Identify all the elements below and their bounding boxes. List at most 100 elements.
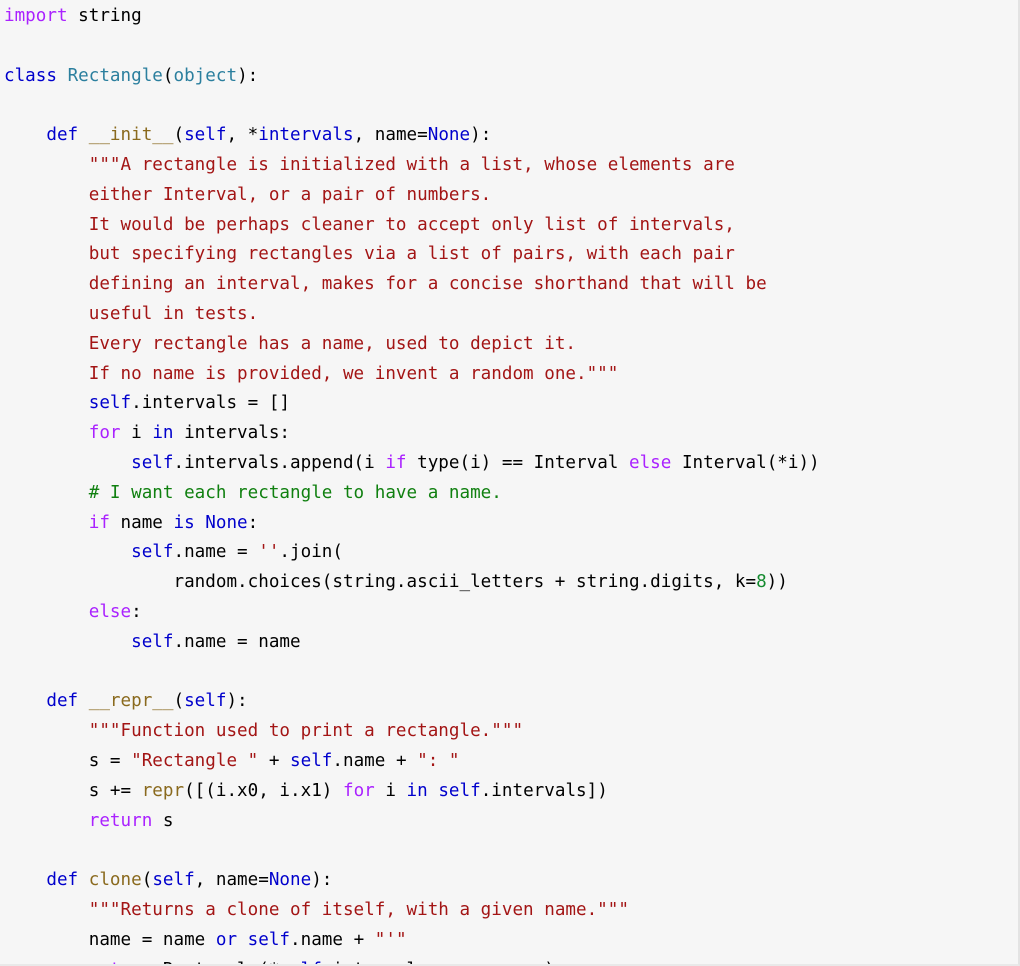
code-line-30: def clone(self, name=None):: [4, 866, 1018, 896]
token-pln: .name = name: [173, 631, 301, 652]
token-pln: .intervals, name=name): [322, 960, 555, 965]
token-pln: (: [173, 691, 185, 712]
token-pln: [4, 244, 89, 264]
token-pln: [4, 185, 89, 205]
token-kw-def: self: [131, 631, 174, 652]
code-line-28: return s: [4, 807, 1018, 837]
code-line-9: but specifying rectangles via a list of …: [4, 240, 1018, 270]
token-kw-def: self: [131, 542, 174, 563]
token-doc: Every rectangle has a name, used to depi…: [88, 333, 576, 354]
token-kw: else: [88, 601, 132, 622]
token-pln: Rectangle(*: [152, 960, 280, 965]
code-line-11: useful in tests.: [4, 300, 1018, 330]
token-fn: __init__: [88, 125, 174, 146]
token-kw-def: None: [205, 512, 248, 533]
code-line-31: """Returns a clone of itself, with a giv…: [4, 896, 1018, 926]
code-viewer[interactable]: import string class Rectangle(object): d…: [0, 0, 1020, 966]
token-pln: , *: [226, 125, 259, 146]
token-kw-def: self: [184, 125, 227, 146]
token-pln: s +=: [88, 780, 142, 801]
code-line-1: import string: [4, 2, 1018, 32]
token-kw-def: class: [4, 65, 57, 86]
token-kw-def: self: [152, 870, 195, 891]
token-pln: [4, 900, 89, 920]
token-pln: (: [141, 870, 153, 891]
token-pln: [4, 781, 89, 801]
token-pln: [57, 66, 68, 86]
token-pln: i: [120, 423, 153, 444]
token-str: ": ": [417, 750, 460, 771]
code-line-25: """Function used to print a rectangle.""…: [4, 717, 1018, 747]
token-kw: for: [342, 780, 375, 801]
token-pln: ):: [226, 691, 248, 712]
token-pln: [4, 125, 46, 145]
token-pln: [4, 155, 89, 175]
code-line-32: name = name or self.name + "'": [4, 926, 1018, 956]
token-pln: [68, 6, 79, 26]
token-pln: [4, 572, 173, 592]
code-line-16: self.intervals.append(i if type(i) == In…: [4, 449, 1018, 479]
code-line-33: return Rectangle(*self.intervals, name=n…: [4, 956, 1018, 965]
token-cls: Rectangle: [67, 65, 163, 86]
token-doc: If no name is provided, we invent a rand…: [88, 363, 619, 384]
token-pln: , name=: [194, 870, 269, 891]
token-pln: [4, 930, 89, 950]
token-pln: [4, 483, 89, 503]
token-com: # I want each rectangle to have a name.: [88, 482, 502, 503]
token-pln: :: [131, 601, 142, 622]
token-fn: clone: [88, 870, 142, 891]
token-kw-def: None: [268, 870, 312, 891]
code-line-13: If no name is provided, we invent a rand…: [4, 360, 1018, 390]
code-line-18: if name is None:: [4, 509, 1018, 539]
code-line-6: """A rectangle is initialized with a lis…: [4, 151, 1018, 181]
token-pln: .intervals]): [480, 780, 608, 801]
token-kw: if: [385, 452, 407, 473]
token-kw: if: [88, 512, 110, 533]
code-line-15: for i in intervals:: [4, 419, 1018, 449]
token-pln: [4, 602, 89, 622]
token-pln: ([(i.x0, i.x1): [184, 780, 343, 801]
token-pln: )): [766, 572, 788, 593]
token-pln: [4, 334, 89, 354]
token-doc: """Returns a clone of itself, with a giv…: [88, 899, 629, 920]
token-kw: return: [89, 960, 153, 965]
token-pln: Interval(*i)): [671, 452, 820, 473]
token-kw-def: None: [427, 125, 471, 146]
token-pln: .intervals.append(i: [173, 452, 386, 473]
token-str: '': [258, 542, 280, 563]
token-kw-def: intervals: [258, 125, 354, 146]
token-doc: but specifying rectangles via a list of …: [88, 244, 735, 265]
token-kw-def: self: [438, 780, 481, 801]
token-pln: s: [152, 810, 174, 831]
token-pln: name: [109, 512, 174, 533]
token-pln: [195, 513, 206, 533]
token-pln: ):: [470, 125, 492, 146]
token-pln: [78, 125, 89, 145]
token-kw-def: is: [173, 512, 195, 533]
code-line-7: either Interval, or a pair of numbers.: [4, 181, 1018, 211]
token-str: "'": [374, 929, 407, 950]
token-pln: [78, 691, 89, 711]
token-kw-def: self: [290, 750, 333, 771]
source-code-block[interactable]: import string class Rectangle(object): d…: [0, 0, 1018, 965]
token-pln: .intervals = []: [131, 393, 291, 414]
code-line-5: def __init__(self, *intervals, name=None…: [4, 121, 1018, 151]
token-pln: :: [247, 512, 259, 533]
token-pln: +: [258, 750, 291, 771]
token-pln: ):: [311, 870, 333, 891]
token-pln: [4, 393, 89, 413]
token-pln: string: [78, 6, 142, 26]
token-pln: i: [374, 780, 407, 801]
token-pln: ):: [237, 65, 259, 86]
token-pln: [4, 453, 131, 473]
token-kw: return: [88, 810, 153, 831]
code-line-3: class Rectangle(object):: [4, 62, 1018, 92]
token-pln: [4, 423, 89, 443]
token-pln: [4, 513, 89, 533]
token-pln: (: [173, 125, 185, 146]
token-fn: __repr__: [88, 691, 174, 712]
token-doc: It would be perhaps cleaner to accept on…: [88, 214, 735, 235]
token-pln: [4, 870, 46, 890]
token-pln: .name +: [290, 929, 375, 950]
token-pln: , name=: [353, 125, 428, 146]
